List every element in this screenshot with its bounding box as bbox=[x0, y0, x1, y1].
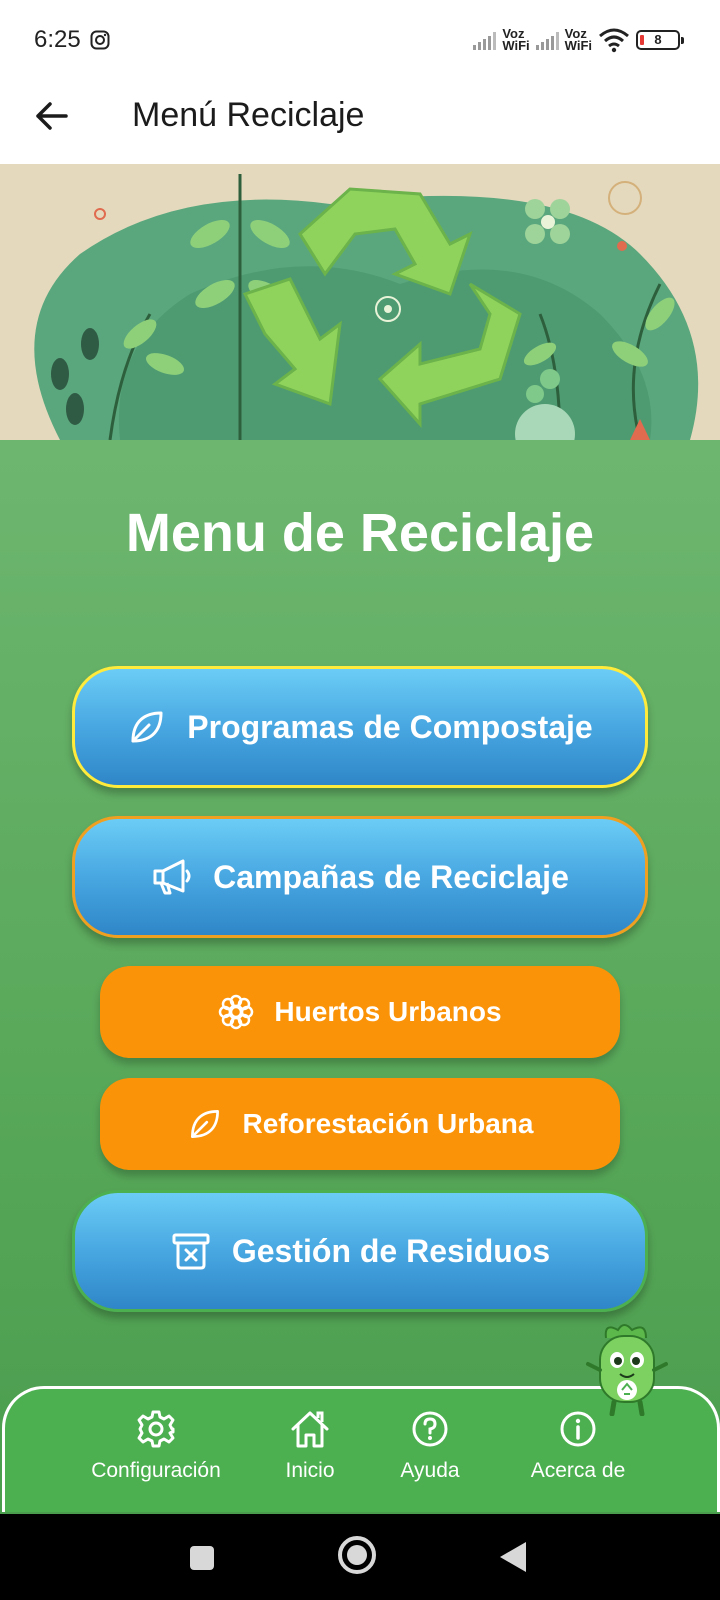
reforestacion-urbana-button[interactable]: Reforestación Urbana bbox=[100, 1078, 620, 1170]
huertos-urbanos-button[interactable]: Huertos Urbanos bbox=[100, 966, 620, 1058]
nav-label: Configuración bbox=[91, 1459, 221, 1482]
leaf-icon bbox=[131, 711, 163, 743]
nav-item-ayuda[interactable]: Ayuda bbox=[385, 1409, 475, 1483]
nav-label: Ayuda bbox=[400, 1459, 460, 1482]
trash-bin-icon bbox=[172, 1233, 210, 1270]
button-label: Gestión de Residuos bbox=[231, 1232, 551, 1269]
wifi-icon bbox=[599, 28, 629, 53]
nav-label: Acerca de bbox=[530, 1459, 626, 1482]
home-icon bbox=[291, 1411, 329, 1448]
leaf-icon bbox=[190, 1110, 219, 1138]
nav-item-configuracion[interactable]: Configuración bbox=[81, 1409, 231, 1483]
button-label: Campañas de Reciclaje bbox=[213, 858, 569, 895]
battery-level: 8 bbox=[654, 32, 662, 47]
button-label: Reforestación Urbana bbox=[242, 1108, 534, 1139]
instagram-icon bbox=[90, 30, 110, 50]
status-bar: 6:25 Voz WiFi Voz WiFi 8 bbox=[0, 0, 720, 80]
status-icons: Voz WiFi Voz WiFi 8 bbox=[473, 24, 684, 56]
battery-icon: 8 bbox=[636, 30, 684, 50]
flower-icon bbox=[219, 994, 254, 1030]
back-triangle-icon[interactable] bbox=[500, 1542, 526, 1572]
nav-item-acerca-de[interactable]: Acerca de bbox=[513, 1409, 643, 1483]
system-navigation-bar bbox=[0, 1514, 720, 1600]
help-icon bbox=[412, 1411, 448, 1447]
campanas-reciclaje-button[interactable]: Campañas de Reciclaje bbox=[72, 816, 648, 938]
back-arrow-icon[interactable] bbox=[30, 94, 74, 138]
signal-icon bbox=[473, 30, 497, 50]
gear-icon bbox=[137, 1410, 175, 1448]
nav-label: Inicio bbox=[285, 1459, 335, 1482]
status-time: 6:25 bbox=[34, 26, 81, 53]
megaphone-icon bbox=[153, 859, 191, 895]
app-bar: Menú Reciclaje bbox=[0, 80, 720, 162]
programas-compostaje-button[interactable]: Programas de Compostaje bbox=[72, 666, 648, 788]
nav-item-inicio[interactable]: Inicio bbox=[265, 1409, 355, 1483]
voz-wifi-label: Voz WiFi bbox=[502, 26, 530, 53]
home-circle-icon[interactable] bbox=[338, 1536, 376, 1574]
recycle-banner-image bbox=[0, 164, 720, 440]
signal-icon bbox=[535, 30, 559, 50]
recycling-mascot-image bbox=[586, 1324, 668, 1416]
menu-title: Menu de Reciclaje bbox=[125, 503, 595, 563]
button-label: Huertos Urbanos bbox=[274, 996, 502, 1027]
button-label: Programas de Compostaje bbox=[187, 708, 593, 745]
gestion-residuos-button[interactable]: Gestión de Residuos bbox=[72, 1190, 648, 1312]
page-title: Menú Reciclaje bbox=[132, 96, 365, 134]
recent-apps-icon[interactable] bbox=[190, 1546, 214, 1570]
voz-wifi-label: Voz WiFi bbox=[564, 26, 592, 53]
